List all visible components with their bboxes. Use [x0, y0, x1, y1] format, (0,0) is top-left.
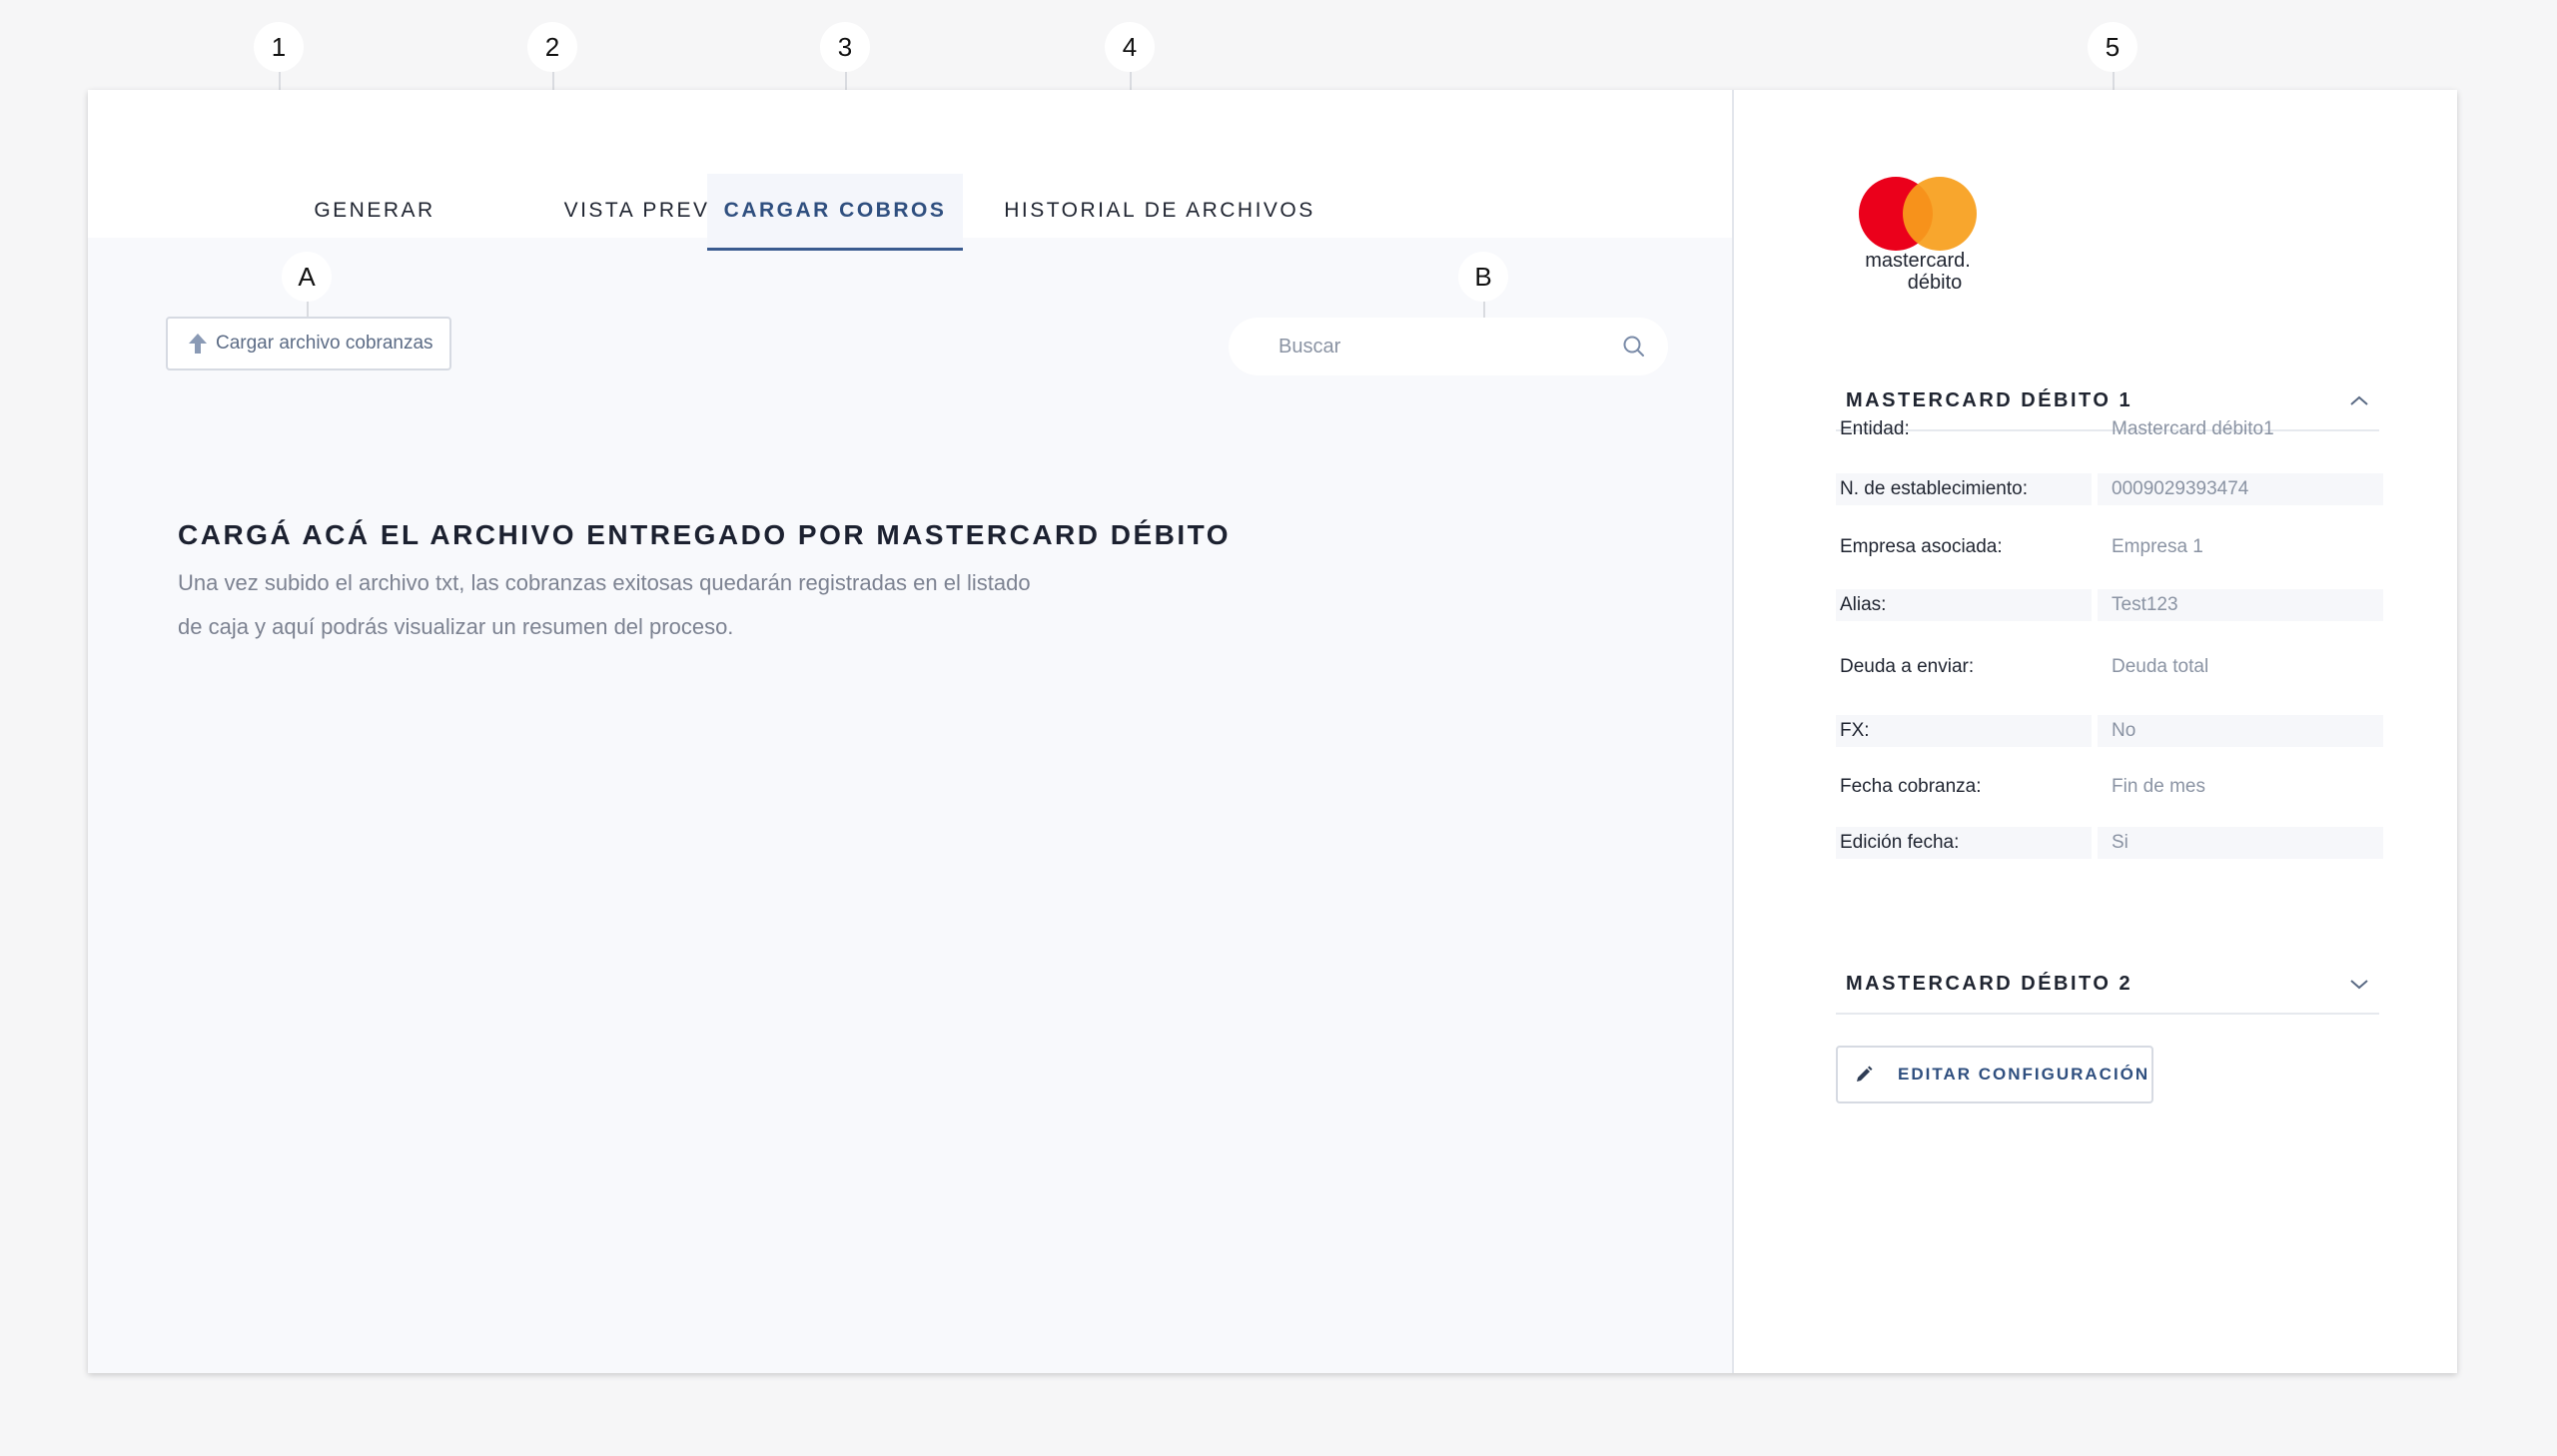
search-input[interactable] — [1277, 334, 1622, 360]
pencil-icon — [1857, 1066, 1873, 1082]
tab-historial-de-archivos[interactable]: HISTORIAL DE ARCHIVOS — [987, 174, 1332, 248]
left-pane: GENERAR VISTA PREVIA CARGAR COBROS HISTO… — [88, 90, 1734, 1373]
callout-2: 2 — [527, 22, 577, 72]
field-value: Deuda total — [2112, 656, 2209, 677]
logo-text-mastercard: mastercard. — [1865, 250, 1971, 272]
field-row: Fecha cobranza: Fin de mes — [1836, 771, 2383, 803]
section-headline: CARGÁ ACÁ EL ARCHIVO ENTREGADO POR MASTE… — [178, 519, 1232, 550]
callout-b: B — [1458, 252, 1508, 302]
callout-a: A — [282, 252, 332, 302]
callout-5: 5 — [2088, 22, 2137, 72]
field-value: Test123 — [2098, 589, 2383, 621]
edit-configuration-button[interactable]: EDITAR CONFIGURACIÓN — [1836, 1046, 2153, 1103]
field-label: N. de establecimiento: — [1836, 473, 2092, 505]
mastercard-debito-logo: mastercard. débito — [1859, 177, 1977, 294]
tab-bar: GENERAR VISTA PREVIA CARGAR COBROS HISTO… — [88, 90, 1732, 251]
field-row: N. de establecimiento: 0009029393474 — [1836, 473, 2383, 505]
accordion-title: MASTERCARD DÉBITO 1 — [1846, 388, 2133, 411]
field-label: Empresa asociada: — [1840, 536, 2003, 557]
field-value: 0009029393474 — [2098, 473, 2383, 505]
callout-1: 1 — [254, 22, 304, 72]
field-row: FX: No — [1836, 715, 2383, 747]
field-row: Deuda a enviar: Deuda total — [1836, 651, 2383, 683]
field-value: Si — [2098, 827, 2383, 859]
accordion-mastercard-debito-2[interactable]: MASTERCARD DÉBITO 2 — [1836, 955, 2379, 1015]
accordion-title: MASTERCARD DÉBITO 2 — [1846, 972, 2133, 995]
field-value: Empresa 1 — [2112, 536, 2203, 557]
callout-4: 4 — [1105, 22, 1155, 72]
chevron-up-icon — [2350, 395, 2368, 405]
upload-file-label: Cargar archivo cobranzas — [216, 333, 433, 354]
field-row: Entidad: Mastercard débito1 — [1836, 413, 2383, 445]
field-label: FX: — [1836, 715, 2092, 747]
search-icon[interactable] — [1622, 335, 1646, 359]
field-value: Mastercard débito1 — [2112, 418, 2274, 439]
search-box — [1229, 318, 1668, 375]
section-description: Una vez subido el archivo txt, las cobra… — [178, 570, 1031, 639]
field-label: Entidad: — [1840, 418, 1910, 439]
tab-cargar-cobros[interactable]: CARGAR COBROS — [707, 174, 963, 251]
logo-text-debito: débito — [1908, 272, 1963, 294]
field-row: Alias: Test123 — [1836, 589, 2383, 621]
tab-generar[interactable]: GENERAR — [238, 174, 511, 248]
field-value: No — [2098, 715, 2383, 747]
callout-3: 3 — [820, 22, 870, 72]
field-row: Edición fecha: Si — [1836, 827, 2383, 859]
config-panel: mastercard. débito MASTERCARD DÉBITO 1 E… — [1734, 90, 2457, 1373]
main-card: GENERAR VISTA PREVIA CARGAR COBROS HISTO… — [88, 90, 2457, 1373]
field-label: Deuda a enviar: — [1840, 656, 1975, 677]
upload-arrow-icon — [189, 334, 207, 354]
chevron-down-icon — [2350, 980, 2368, 990]
field-label: Edición fecha: — [1836, 827, 2092, 859]
upload-file-button[interactable]: Cargar archivo cobranzas — [166, 317, 451, 370]
field-label: Fecha cobranza: — [1840, 776, 1982, 797]
field-row: Empresa asociada: Empresa 1 — [1836, 531, 2383, 563]
edit-configuration-label: EDITAR CONFIGURACIÓN — [1898, 1065, 2150, 1084]
field-label: Alias: — [1836, 589, 2092, 621]
field-value: Fin de mes — [2112, 776, 2205, 797]
